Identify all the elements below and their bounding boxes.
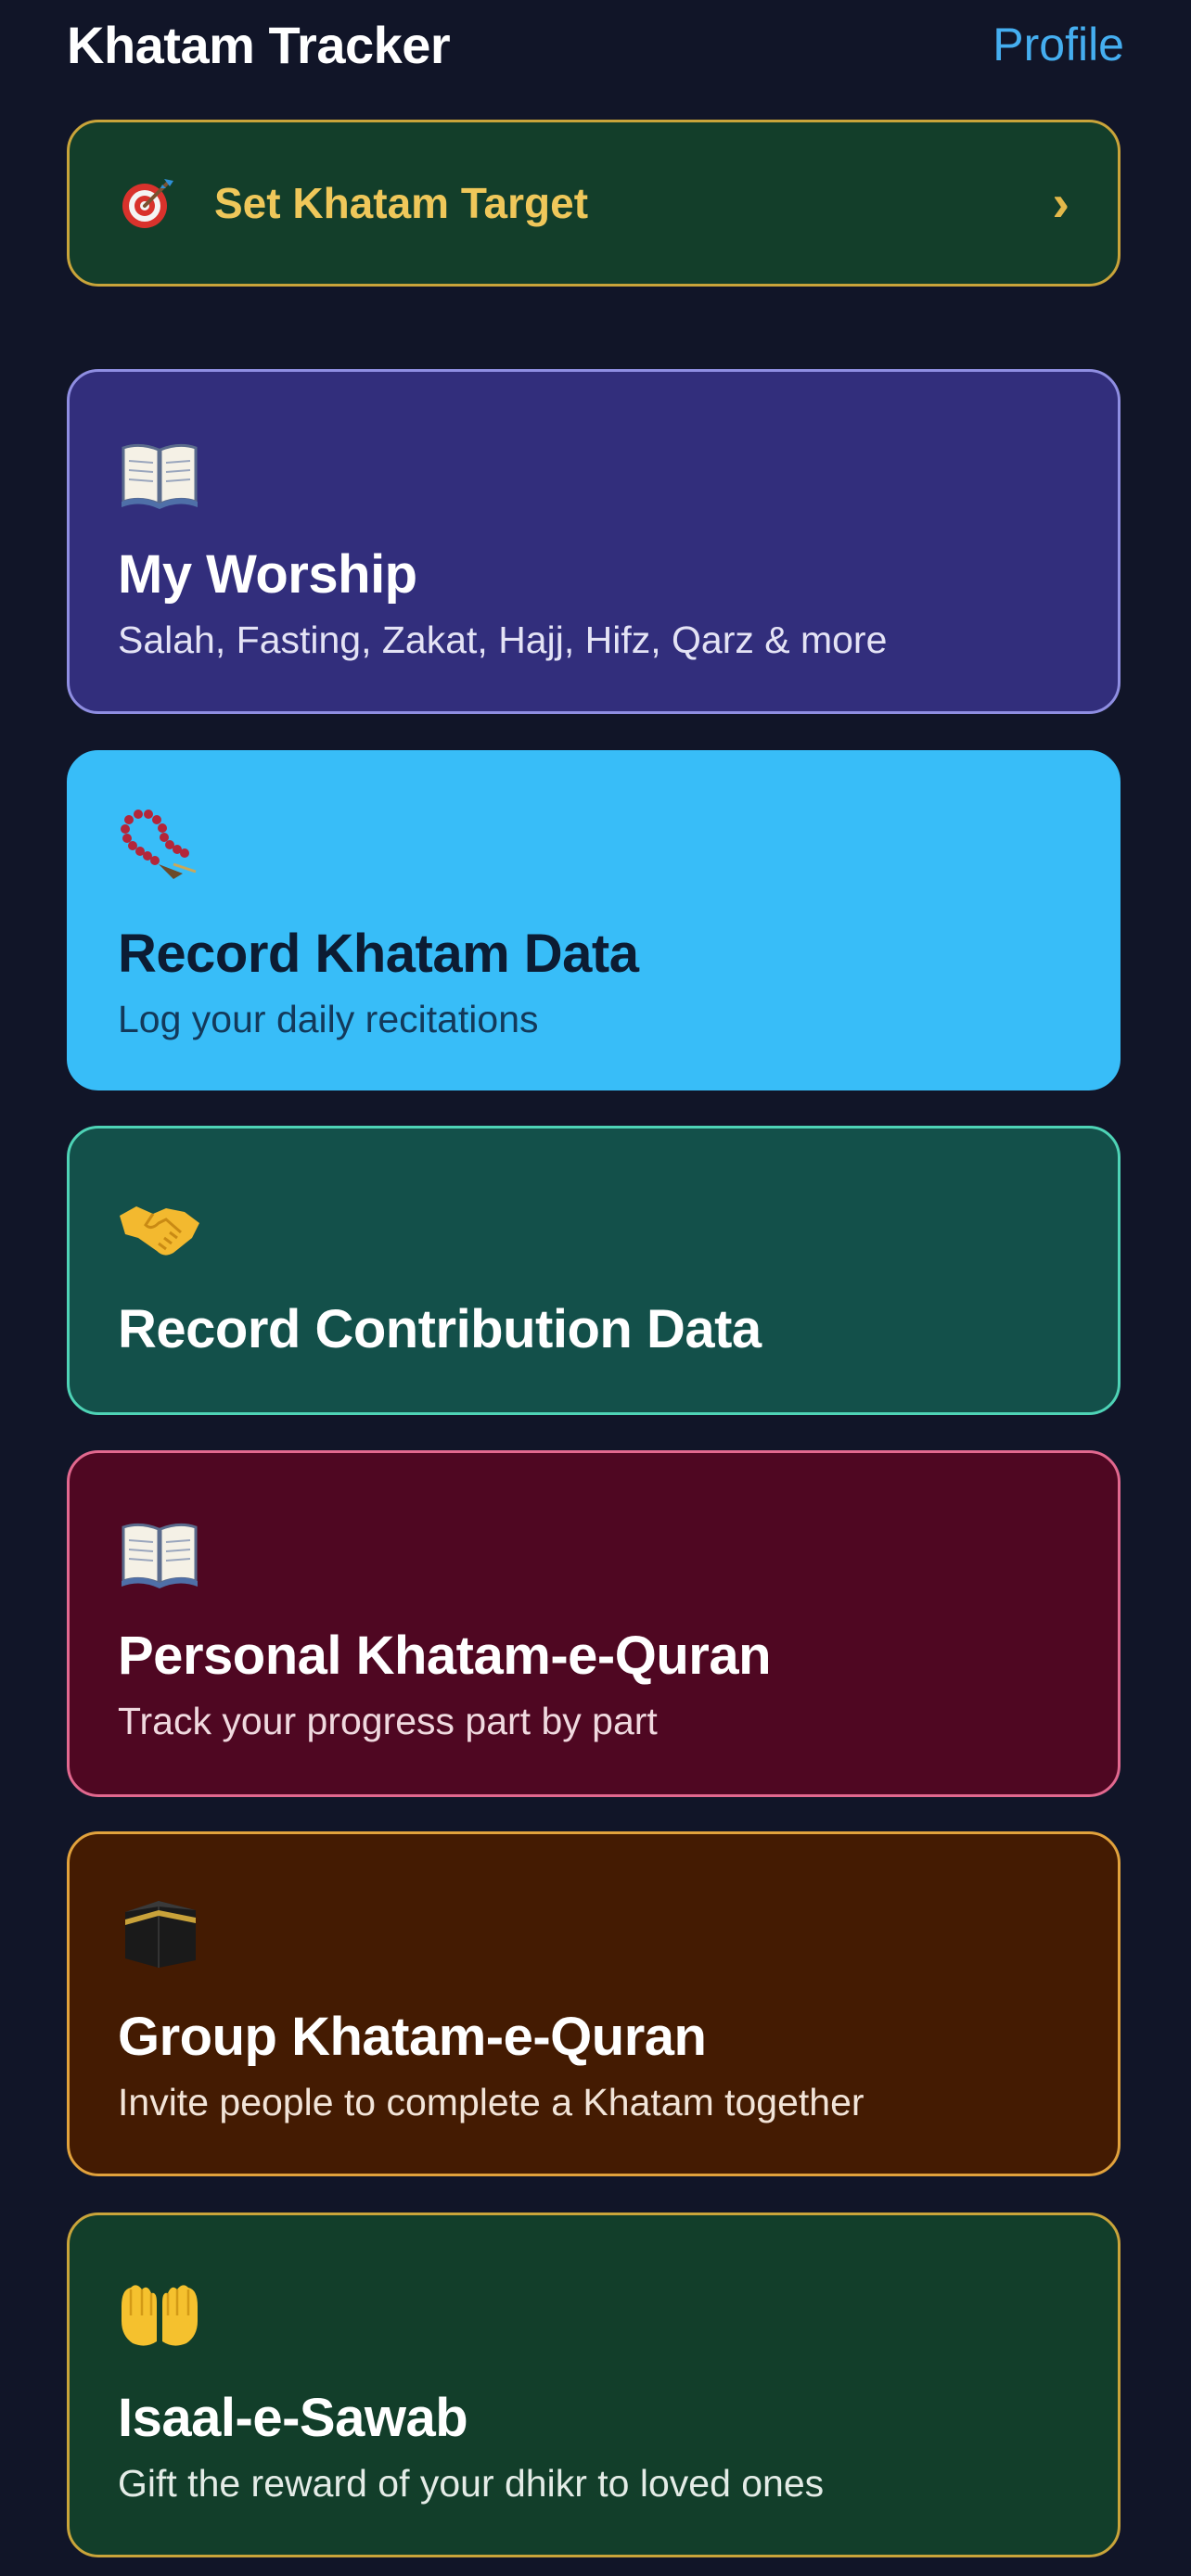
card-subtitle: Gift the reward of your dhikr to loved o… bbox=[118, 2462, 825, 2505]
card-subtitle: Invite people to complete a Khatam toget… bbox=[118, 2081, 864, 2123]
header: Khatam Tracker Profile bbox=[67, 7, 1124, 82]
card-subtitle: Log your daily recitations bbox=[118, 998, 539, 1040]
card-title: Record Contribution Data bbox=[118, 1299, 762, 1359]
set-target-label: Set Khatam Target bbox=[214, 179, 589, 227]
card-subtitle: Salah, Fasting, Zakat, Hajj, Hifz, Qarz … bbox=[118, 618, 888, 661]
open-hands-icon bbox=[122, 2285, 198, 2346]
card-title: Group Khatam-e-Quran bbox=[118, 2007, 707, 2067]
page-title: Khatam Tracker bbox=[67, 15, 451, 74]
profile-link[interactable]: Profile bbox=[992, 18, 1124, 71]
kaaba-icon bbox=[125, 1901, 196, 1968]
home-screen: Khatam Tracker Profile Set Khatam Target… bbox=[0, 0, 1191, 2576]
card-title: Isaal-e-Sawab bbox=[118, 2388, 468, 2448]
card-title: My Worship bbox=[118, 544, 417, 605]
personal-khatam-card[interactable]: Personal Khatam-e-Quran Track your progr… bbox=[67, 1450, 1121, 1797]
dart-target-icon bbox=[122, 179, 173, 228]
handshake-icon bbox=[120, 1206, 199, 1256]
record-contribution-card[interactable]: Record Contribution Data bbox=[67, 1126, 1121, 1415]
group-khatam-card[interactable]: Group Khatam-e-Quran Invite people to co… bbox=[67, 1831, 1121, 2176]
open-book-icon bbox=[122, 443, 198, 509]
chevron-right-icon: › bbox=[1052, 173, 1069, 232]
open-book-icon bbox=[122, 1523, 198, 1588]
card-title: Personal Khatam-e-Quran bbox=[118, 1626, 772, 1686]
record-khatam-card[interactable]: Record Khatam Data Log your daily recita… bbox=[67, 750, 1121, 1090]
my-worship-card[interactable]: My Worship Salah, Fasting, Zakat, Hajj, … bbox=[67, 369, 1121, 714]
isaal-e-sawab-card[interactable]: Isaal-e-Sawab Gift the reward of your dh… bbox=[67, 2213, 1121, 2557]
card-subtitle: Track your progress part by part bbox=[118, 1700, 658, 1742]
card-title: Record Khatam Data bbox=[118, 924, 639, 984]
set-target-button[interactable]: Set Khatam Target › bbox=[67, 120, 1121, 287]
prayer-beads-icon bbox=[121, 810, 197, 879]
